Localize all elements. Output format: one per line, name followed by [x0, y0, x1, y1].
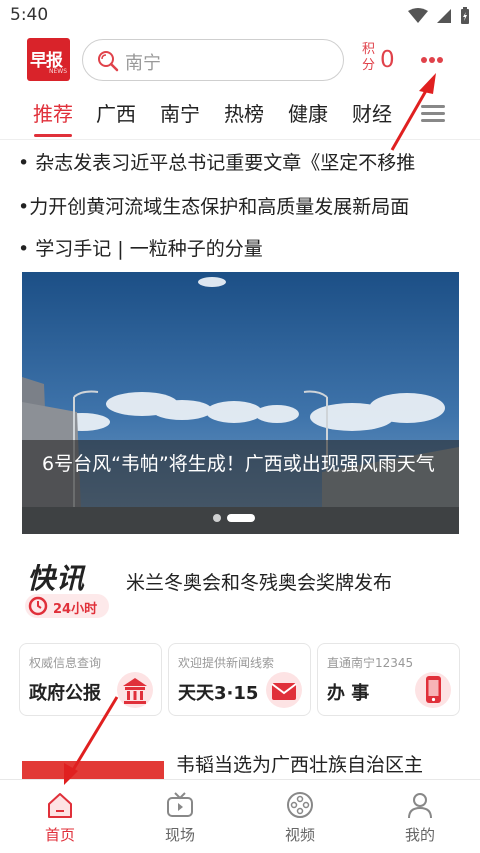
- headline-list: • 杂志发表习近平总书记重要文章《坚定不移推 •᠌力开创黄河流域生态保护和高质量…: [0, 140, 480, 268]
- app-logo[interactable]: 早报 NEWS: [27, 38, 70, 81]
- status-bar: 5:40: [0, 0, 480, 34]
- search-icon: [98, 51, 119, 72]
- nav-label: 首页: [44, 826, 75, 844]
- nav-label: 现场: [164, 826, 195, 844]
- clock-icon: [28, 596, 48, 616]
- nav-live[interactable]: 现场: [140, 788, 220, 848]
- status-icons: [408, 7, 470, 25]
- logo-subtext: NEWS: [49, 68, 68, 75]
- flash-badge-text: 24小时: [53, 602, 98, 617]
- card-subtitle: 直通南宁12345: [327, 656, 414, 670]
- headline-item[interactable]: • 杂志发表习近平总书记重要文章《坚定不移推: [18, 148, 415, 175]
- phone-icon: [415, 672, 451, 708]
- carousel-dot-active[interactable]: [227, 514, 255, 522]
- more-dots-icon[interactable]: [419, 48, 445, 72]
- service-card-consumer[interactable]: 欢迎提供新闻线索 天天3·15: [168, 643, 311, 716]
- channel-tabs: 推荐 广西 南宁 热榜 健康 财经: [0, 94, 480, 140]
- banner-caption: 6号台风“韦帕”将生成！广西或出现强风雨天气: [42, 453, 435, 475]
- service-cards: 权威信息查询 政府公报 欢迎提供新闻线索 天天3·15 直通南宁12345 办 …: [0, 643, 480, 718]
- news-thumbnail: [22, 761, 164, 780]
- flash-logo: 快讯: [27, 562, 86, 595]
- carousel-dot[interactable]: [213, 514, 221, 522]
- nav-label: 视频: [284, 826, 315, 844]
- points-label: 积分: [362, 42, 376, 73]
- tab-finance[interactable]: 财经: [352, 98, 392, 127]
- headline-item[interactable]: • 学习手记 | 一粒种子的分量: [18, 234, 263, 261]
- service-card-gazette[interactable]: 权威信息查询 政府公报: [19, 643, 162, 716]
- points-value: 0: [380, 47, 395, 73]
- card-subtitle: 欢迎提供新闻线索: [178, 656, 275, 670]
- tab-nanning[interactable]: 南宁: [160, 98, 200, 127]
- nav-mine[interactable]: 我的: [380, 788, 460, 848]
- news-title: 韦韬当选为广西壮族自治区主: [176, 754, 424, 776]
- tab-health[interactable]: 健康: [288, 98, 328, 127]
- battery-icon: [461, 7, 469, 24]
- nav-video[interactable]: 视频: [260, 788, 340, 848]
- headline-item[interactable]: •᠌力开创黄河流域生态保护和高质量发展新局面: [18, 192, 409, 219]
- film-reel-icon: [287, 792, 313, 818]
- wifi-icon: [408, 8, 428, 23]
- nav-label: 我的: [404, 826, 435, 844]
- service-card-affairs[interactable]: 直通南宁12345 办 事: [317, 643, 460, 716]
- card-title: 政府公报: [29, 683, 101, 704]
- status-time: 5:40: [10, 5, 49, 25]
- card-title: 办 事: [327, 683, 370, 704]
- search-box[interactable]: 南宁: [82, 39, 344, 81]
- flash-news-row[interactable]: 快讯 24小时 米兰冬奥会和冬残奥会奖牌发布: [0, 555, 480, 625]
- home-icon: [48, 793, 72, 818]
- government-building-icon: [117, 672, 153, 708]
- envelope-icon: [266, 672, 302, 708]
- person-icon: [408, 793, 432, 819]
- tab-hot-list[interactable]: 热榜: [224, 98, 264, 127]
- points-button[interactable]: 积分 0: [362, 42, 404, 78]
- header: 早报 NEWS 南宁 积分 0: [0, 34, 480, 88]
- active-tab-indicator: [34, 134, 72, 137]
- tv-icon: [167, 792, 193, 817]
- banner-carousel[interactable]: 6号台风“韦帕”将生成！广西或出现强风雨天气: [22, 272, 459, 534]
- bottom-navigation: 首页 现场 视频 我的: [0, 779, 480, 853]
- tab-guangxi[interactable]: 广西: [96, 98, 136, 127]
- flash-title[interactable]: 米兰冬奥会和冬残奥会奖牌发布: [126, 568, 392, 595]
- news-list-item[interactable]: 韦韬当选为广西壮族自治区主: [0, 740, 480, 780]
- search-placeholder: 南宁: [125, 53, 161, 74]
- channel-menu-icon[interactable]: [421, 103, 445, 125]
- signal-icon: [437, 9, 451, 23]
- nav-home[interactable]: 首页: [20, 788, 100, 848]
- flash-badge: 24小时: [25, 594, 109, 618]
- card-title: 天天3·15: [178, 683, 259, 704]
- tab-recommend[interactable]: 推荐: [33, 98, 73, 127]
- card-subtitle: 权威信息查询: [29, 656, 102, 670]
- carousel-indicator: [213, 514, 255, 522]
